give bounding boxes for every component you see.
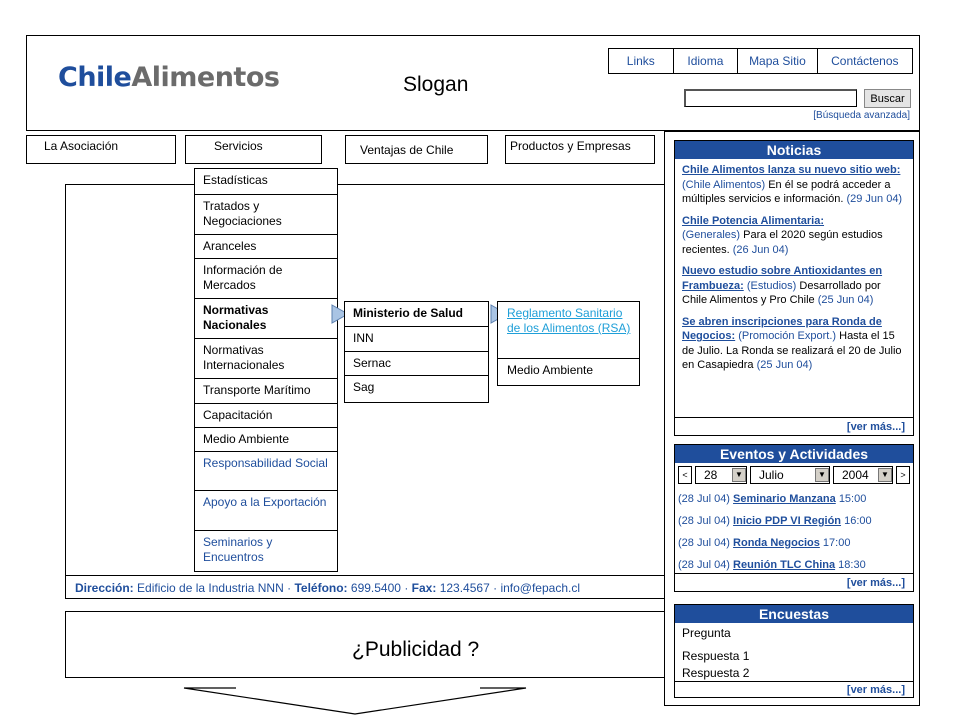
news-item: Chile Potencia Alimentaria: (Generales) P…: [682, 214, 883, 256]
nav-tab-productos[interactable]: Productos y Empresas: [505, 135, 655, 164]
submenu-item-sag[interactable]: Sag: [345, 376, 488, 402]
menu-item-medio-ambiente[interactable]: Medio Ambiente: [195, 428, 337, 452]
poll-answer[interactable]: Respuesta 2: [682, 666, 749, 680]
email-link[interactable]: info@fepach.cl: [500, 581, 580, 595]
phone-label: Teléfono:: [294, 581, 348, 595]
event-link[interactable]: Ronda Negocios: [733, 537, 820, 549]
address-bar: Dirección: Edificio de la Industria NNN …: [66, 575, 664, 595]
next-month-button[interactable]: >: [896, 466, 910, 484]
chevron-down-icon: ▼: [815, 468, 829, 482]
submenu-item-sernac[interactable]: Sernac: [345, 352, 488, 376]
events-panel: Eventos y Actividades < 28 ▼ Julio ▼ 2004 ▼…: [674, 444, 914, 592]
separator-dot: ·: [493, 581, 498, 595]
month-select[interactable]: Julio ▼: [750, 466, 830, 484]
event-link[interactable]: Reunión TLC China: [733, 559, 835, 571]
polls-more-link[interactable]: [ver más...]: [675, 681, 913, 697]
news-item: Se abren inscripciones para Ronda de Neg…: [682, 315, 902, 372]
chevron-down-icon: ▼: [878, 468, 892, 482]
toplink-links[interactable]: Links: [609, 49, 673, 73]
events-list: (28 Jul 04) Seminario Manzana 15:00 (28 …: [678, 492, 910, 580]
events-more-link[interactable]: [ver más...]: [675, 573, 913, 591]
poll-question: Pregunta: [682, 626, 731, 640]
nav-tab-label: Ventajas de Chile: [360, 143, 454, 157]
ministerio-submenu: Reglamento Sanitario de los Alimentos (R…: [497, 301, 640, 386]
event-item: (28 Jul 04) Ronda Negocios 17:00: [678, 537, 851, 549]
menu-item-responsabilidad-social[interactable]: Responsabilidad Social: [195, 452, 337, 491]
prev-month-button[interactable]: <: [678, 466, 692, 484]
event-link[interactable]: Seminario Manzana: [733, 493, 836, 505]
menu-item-aranceles[interactable]: Aranceles: [195, 235, 337, 259]
top-links: Links Idioma Mapa Sitio Contáctenos: [608, 48, 913, 74]
nav-tab-label: Productos y Empresas: [510, 139, 631, 153]
menu-item-seminarios[interactable]: Seminarios y Encuentros: [195, 531, 337, 571]
menu-item-normativas-nacionales[interactable]: Normativas Nacionales: [195, 299, 337, 339]
news-headline[interactable]: Chile Potencia Alimentaria:: [682, 215, 824, 227]
chevron-right-icon: >: [900, 470, 906, 480]
normativas-submenu: Ministerio de Salud INN Sernac Sag: [344, 301, 489, 403]
submenu-item-ministerio-salud[interactable]: Ministerio de Salud: [345, 302, 488, 327]
address-value: Edificio de la Industria NNN: [137, 581, 284, 595]
search-input[interactable]: [684, 89, 857, 107]
toplink-contactenos[interactable]: Contáctenos: [816, 49, 912, 73]
chevron-down-icon: ▼: [732, 468, 746, 482]
slogan: Slogan: [403, 73, 469, 96]
toplink-mapa-sitio[interactable]: Mapa Sitio: [737, 49, 816, 73]
services-menu: Estadísticas Tratados y Negociaciones Ar…: [194, 168, 338, 572]
poll-answer[interactable]: Respuesta 1: [682, 649, 749, 663]
subsubmenu-item-rsa[interactable]: Reglamento Sanitario de los Alimentos (R…: [498, 302, 639, 359]
menu-item-informacion-mercados[interactable]: Información de Mercados: [195, 259, 337, 299]
menu-item-apoyo-exportacion[interactable]: Apoyo a la Exportación: [195, 491, 337, 531]
news-more-link[interactable]: [ver más...]: [675, 417, 913, 435]
day-select[interactable]: 28 ▼: [695, 466, 747, 484]
news-item: Nuevo estudio sobre Antioxidantes en Fra…: [682, 265, 883, 306]
advanced-search-link[interactable]: [Búsqueda avanzada]: [760, 110, 910, 121]
news-list: Chile Alimentos lanza su nuevo sitio web…: [675, 159, 913, 373]
news-headline[interactable]: Chile Alimentos lanza su nuevo sitio web…: [682, 164, 900, 176]
phone-value: 699.5400: [350, 581, 401, 595]
search-button[interactable]: Buscar: [864, 89, 911, 108]
news-panel: Noticias Chile Alimentos lanza su nuevo …: [674, 140, 914, 436]
menu-item-normativas-internacionales[interactable]: Normativas Internacionales: [195, 339, 337, 379]
news-title: Noticias: [675, 141, 913, 159]
nav-tab-label: La Asociación: [44, 139, 119, 153]
fax-value: 123.4567: [439, 581, 490, 595]
logo-part1: Chile: [58, 62, 132, 93]
menu-item-tratados[interactable]: Tratados y Negociaciones: [195, 195, 337, 235]
ad-text: ¿Publicidad ?: [352, 638, 480, 661]
menu-item-estadisticas[interactable]: Estadísticas: [195, 169, 337, 195]
separator-dot: ·: [287, 581, 292, 595]
nav-tab-ventajas[interactable]: Ventajas de Chile: [345, 135, 488, 164]
nav-tab-servicios[interactable]: Servicios: [185, 135, 322, 164]
menu-item-capacitacion[interactable]: Capacitación: [195, 404, 337, 428]
address-label: Dirección:: [75, 581, 134, 595]
chevron-left-icon: <: [682, 470, 688, 480]
polls-panel: Encuestas Pregunta Respuesta 1 Respuesta…: [674, 604, 914, 698]
nav-tab-label: Servicios: [214, 139, 263, 153]
logo-part2: Alimentos: [131, 62, 280, 93]
toplink-idioma[interactable]: Idioma: [672, 49, 738, 73]
nav-tab-asociacion[interactable]: La Asociación: [26, 135, 176, 164]
site-logo[interactable]: ChileAlimentos: [58, 62, 280, 93]
menu-item-transporte-maritimo[interactable]: Transporte Marítimo: [195, 379, 337, 404]
event-item: (28 Jul 04) Inicio PDP VI Región 16:00: [678, 515, 872, 527]
event-item: (28 Jul 04) Seminario Manzana 15:00: [678, 493, 867, 505]
polls-title: Encuestas: [675, 605, 913, 623]
subsubmenu-item-medio-ambiente[interactable]: Medio Ambiente: [498, 359, 639, 385]
submenu-item-inn[interactable]: INN: [345, 327, 488, 352]
separator-dot: ·: [404, 581, 409, 595]
event-link[interactable]: Inicio PDP VI Región: [733, 515, 841, 527]
events-title: Eventos y Actividades: [675, 445, 913, 463]
year-select[interactable]: 2004 ▼: [833, 466, 893, 484]
rsa-link[interactable]: Reglamento Sanitario de los Alimentos (R…: [507, 306, 630, 335]
news-item: Chile Alimentos lanza su nuevo sitio web…: [682, 164, 903, 205]
down-arrow-icon: [183, 687, 527, 715]
date-picker: < 28 ▼ Julio ▼ 2004 ▼ >: [678, 466, 910, 486]
fax-label: Fax:: [411, 581, 437, 595]
